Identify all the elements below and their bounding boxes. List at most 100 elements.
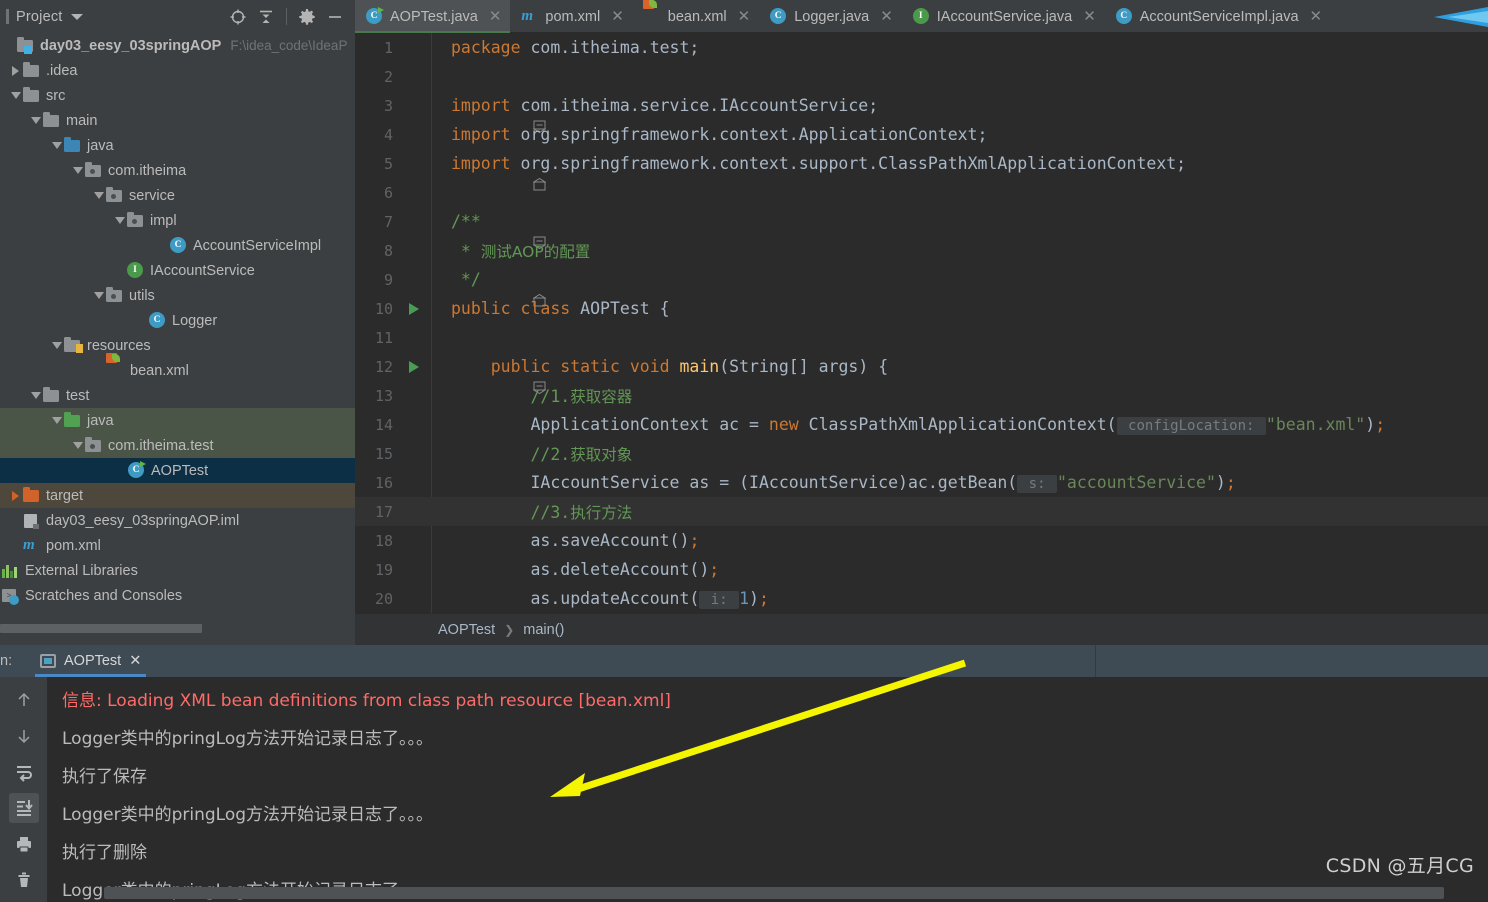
fold-gutter[interactable] [431, 120, 451, 149]
tree-horizontal-scrollbar[interactable] [0, 624, 202, 633]
tree-item-scratches-and-consoles[interactable]: > Scratches and Consoles [0, 583, 355, 608]
collapse-arrow-icon[interactable] [112, 217, 127, 224]
close-icon[interactable]: ✕ [489, 9, 502, 24]
tree-item-src[interactable]: src [0, 83, 355, 108]
tab-logger-java[interactable]: C Logger.java ✕ [759, 0, 902, 33]
line-gutter[interactable] [403, 265, 431, 294]
chevron-down-icon[interactable] [70, 13, 83, 20]
tree-item-service[interactable]: service [0, 183, 355, 208]
fold-collapse-icon[interactable] [434, 99, 548, 134]
fold-gutter[interactable] [431, 178, 451, 207]
tree-item-idea[interactable]: .idea [0, 58, 355, 83]
collapse-arrow-icon[interactable] [8, 92, 23, 99]
fold-gutter[interactable] [431, 323, 451, 352]
collapse-arrow-icon[interactable] [70, 442, 85, 449]
line-gutter[interactable] [403, 439, 431, 468]
code-editor[interactable]: 1 package com.itheima.test; 2 3 import c… [355, 33, 1488, 613]
tab-pom-xml[interactable]: m pom.xml ✕ [510, 0, 632, 33]
fold-gutter[interactable] [431, 294, 451, 323]
collapse-arrow-icon[interactable] [49, 142, 64, 149]
fold-end-icon[interactable] [434, 273, 548, 307]
line-gutter[interactable] [403, 555, 431, 584]
tree-item-main-java[interactable]: java [0, 133, 355, 158]
collapse-arrow-icon[interactable] [49, 342, 64, 349]
breadcrumb-method[interactable]: main() [523, 622, 564, 638]
line-gutter[interactable] [403, 584, 431, 613]
fold-gutter[interactable] [431, 468, 451, 497]
tree-item-main[interactable]: main [0, 108, 355, 133]
line-gutter[interactable] [403, 410, 431, 439]
tree-item-bean-xml[interactable]: bean.xml [0, 358, 355, 383]
run-class-gutter-icon[interactable] [403, 294, 431, 323]
tree-item-root[interactable]: day03_eesy_03springAOP F:\idea_code\Idea… [0, 33, 355, 58]
tree-item-resources[interactable]: resources [0, 333, 355, 358]
line-gutter[interactable] [403, 178, 431, 207]
line-gutter[interactable] [403, 468, 431, 497]
collapse-arrow-icon[interactable] [28, 392, 43, 399]
soft-wrap-icon[interactable] [9, 757, 39, 787]
collapse-arrow-icon[interactable] [70, 167, 85, 174]
project-tree[interactable]: day03_eesy_03springAOP F:\idea_code\Idea… [0, 33, 355, 645]
tree-item-pom-xml[interactable]: m pom.xml [0, 533, 355, 558]
minimize-icon[interactable] [321, 3, 349, 31]
fold-gutter[interactable] [431, 91, 548, 134]
scroll-to-end-icon[interactable] [8, 793, 39, 823]
tab-aoptest-java[interactable]: C AOPTest.java ✕ [355, 0, 511, 33]
fold-gutter[interactable] [431, 149, 548, 191]
console-output[interactable]: 信息: Loading XML bean definitions from cl… [48, 677, 1488, 902]
tree-item-accountserviceimpl[interactable]: C AccountServiceImpl [0, 233, 355, 258]
trash-icon[interactable] [9, 865, 39, 895]
tree-item-impl[interactable]: impl [0, 208, 355, 233]
line-gutter[interactable] [403, 207, 431, 236]
tree-item-test-java[interactable]: java [0, 408, 355, 433]
line-gutter[interactable] [403, 91, 431, 120]
fold-collapse-icon[interactable] [434, 360, 548, 395]
fold-gutter[interactable] [431, 439, 451, 468]
line-gutter[interactable] [403, 323, 431, 352]
line-gutter[interactable] [403, 526, 431, 555]
fold-collapse-icon[interactable] [434, 215, 548, 250]
tree-item-utils[interactable]: utils [0, 283, 355, 308]
tree-item-external-libraries[interactable]: External Libraries [0, 558, 355, 583]
locate-icon[interactable] [224, 3, 252, 31]
tree-item-target[interactable]: target [0, 483, 355, 508]
fold-gutter[interactable] [431, 526, 451, 555]
line-gutter[interactable] [403, 497, 431, 526]
gear-icon[interactable] [293, 3, 321, 31]
collapse-arrow-icon[interactable] [49, 417, 64, 424]
close-icon[interactable]: ✕ [611, 9, 624, 24]
fold-end-icon[interactable] [434, 157, 548, 191]
tab-bean-xml[interactable]: bean.xml ✕ [633, 0, 759, 33]
expand-arrow-icon[interactable] [8, 490, 23, 501]
line-gutter[interactable] [403, 62, 431, 91]
fold-gutter[interactable] [431, 410, 451, 439]
down-arrow-icon[interactable] [9, 721, 39, 751]
fold-gutter[interactable] [431, 62, 451, 91]
tab-accountserviceimpl-java[interactable]: C AccountServiceImpl.java ✕ [1105, 0, 1331, 33]
line-gutter[interactable] [403, 120, 431, 149]
console-horizontal-scrollbar[interactable] [104, 887, 1444, 899]
fold-gutter[interactable] [431, 352, 548, 395]
fold-gutter[interactable] [431, 236, 451, 265]
tree-item-test[interactable]: test [0, 383, 355, 408]
close-icon[interactable]: ✕ [1310, 9, 1323, 24]
line-gutter[interactable] [403, 33, 431, 62]
tree-item-com-itheima[interactable]: com.itheima [0, 158, 355, 183]
fold-gutter[interactable] [431, 265, 548, 307]
project-panel-title[interactable]: Project [16, 9, 63, 25]
collapse-arrow-icon[interactable] [91, 192, 106, 199]
breadcrumb-class[interactable]: AOPTest [438, 622, 495, 638]
fold-gutter[interactable] [431, 497, 451, 526]
up-arrow-icon[interactable] [9, 685, 39, 715]
expand-arrow-icon[interactable] [8, 65, 23, 76]
fold-gutter[interactable] [431, 207, 548, 250]
fold-gutter[interactable] [431, 33, 451, 62]
fold-gutter[interactable] [431, 584, 451, 613]
run-method-gutter-icon[interactable] [403, 352, 431, 381]
tree-item-iaccountservice[interactable]: I IAccountService [0, 258, 355, 283]
tree-item-logger[interactable]: C Logger [0, 308, 355, 333]
line-gutter[interactable] [403, 381, 431, 410]
fold-gutter[interactable] [431, 555, 451, 584]
fold-gutter[interactable] [431, 381, 451, 410]
run-tab-aoptest[interactable]: AOPTest ✕ [30, 645, 151, 677]
